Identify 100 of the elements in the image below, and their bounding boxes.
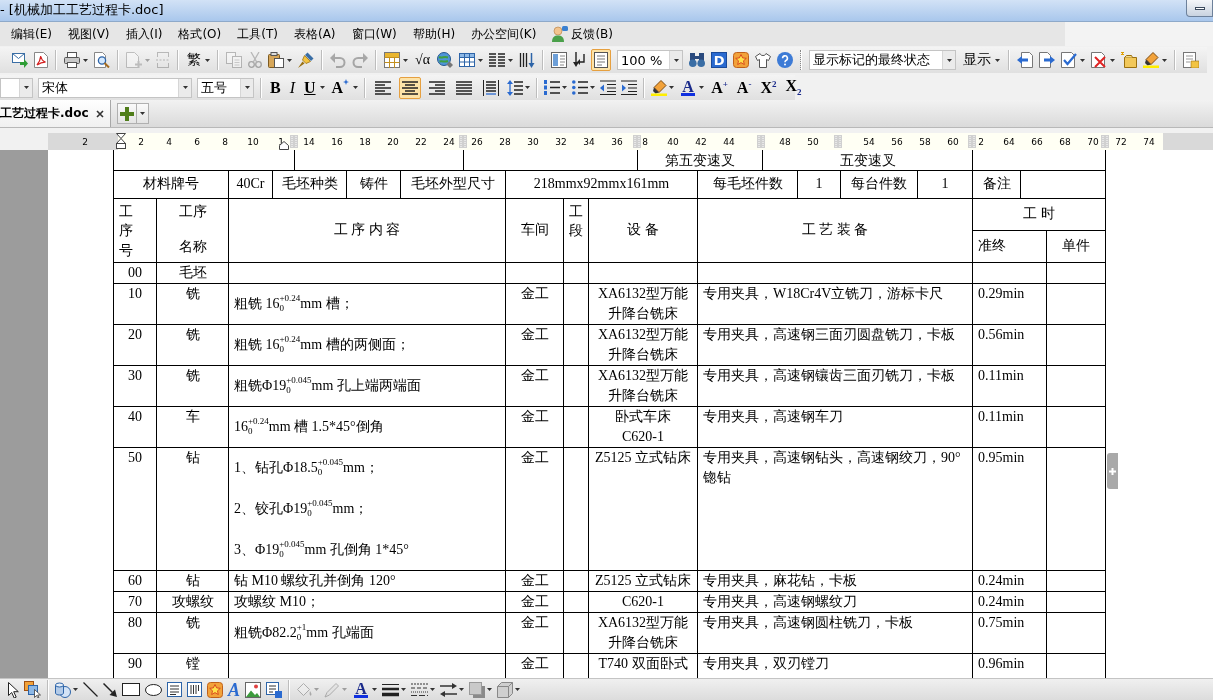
menu-item[interactable]: 格式(O) [170, 24, 230, 44]
decrease-indent-icon[interactable] [600, 80, 617, 95]
caret-icon[interactable] [23, 86, 29, 89]
picture-icon[interactable] [245, 681, 261, 698]
show-menu-button[interactable]: 显示 [962, 51, 1002, 69]
increase-indent-icon[interactable] [621, 80, 638, 95]
caret-icon[interactable] [487, 688, 492, 691]
grow-font-button[interactable]: A$^{+}$ [709, 78, 730, 97]
printer-icon[interactable] [64, 52, 80, 68]
caret-icon[interactable] [205, 58, 210, 62]
shapes-icon[interactable] [55, 681, 71, 698]
markup-view-field[interactable]: 显示标记的最终状态 [809, 50, 957, 70]
dash-style-icon[interactable] [411, 683, 428, 696]
column-marker-icon[interactable] [1101, 135, 1109, 148]
numbered-list-icon[interactable] [544, 80, 561, 95]
caret-icon[interactable] [73, 688, 78, 691]
caret-icon[interactable] [182, 86, 188, 89]
binoculars-icon[interactable] [689, 53, 706, 67]
line-icon[interactable] [83, 682, 98, 697]
document-map-icon[interactable] [551, 52, 568, 68]
menu-item[interactable]: 帮助(H) [404, 24, 464, 44]
minimize-button[interactable] [1186, 0, 1213, 17]
font-color-button[interactable]: A [352, 681, 370, 698]
underline-button[interactable]: U [302, 78, 318, 97]
caret-icon[interactable] [244, 86, 250, 89]
reject-change-icon[interactable] [1091, 52, 1108, 68]
shirt-icon[interactable] [755, 52, 772, 68]
column-marker-icon[interactable] [968, 135, 976, 148]
column-marker-icon[interactable] [290, 135, 298, 148]
star-tile-icon[interactable] [733, 52, 750, 68]
column-marker-icon[interactable] [459, 135, 467, 148]
caret-icon[interactable] [353, 86, 359, 89]
caret-icon[interactable] [287, 58, 292, 62]
text-effects-button[interactable]: A [329, 78, 352, 97]
help-icon[interactable] [777, 52, 794, 68]
close-icon[interactable] [95, 109, 104, 118]
caret-icon[interactable] [525, 86, 531, 89]
arrow-style-icon[interactable] [440, 682, 457, 697]
columns-icon[interactable] [489, 53, 506, 67]
menu-item[interactable]: 视图(V) [59, 24, 118, 44]
print-preview-icon[interactable] [94, 52, 110, 68]
caret-icon[interactable] [946, 58, 952, 62]
caret-icon[interactable] [319, 86, 325, 89]
font-field[interactable]: 宋体 [38, 77, 192, 98]
paste-icon[interactable] [268, 52, 284, 68]
subscript-button[interactable]: X$_{2}$ [783, 77, 804, 98]
traditional-chinese-button[interactable]: 繁 [186, 51, 202, 69]
caret-icon[interactable] [401, 688, 406, 691]
italic-button[interactable]: I [287, 78, 297, 97]
align-center-button[interactable] [399, 76, 422, 99]
indent-marker-icon[interactable] [116, 133, 126, 149]
column-marker-icon[interactable] [757, 135, 765, 148]
style-field[interactable] [0, 77, 33, 98]
pdf-icon[interactable] [34, 52, 48, 68]
menu-item[interactable]: 窗口(W) [343, 24, 405, 44]
menu-item[interactable]: 反馈(B) [544, 24, 621, 44]
menu-item[interactable]: 工具(T) [229, 24, 286, 44]
font-color-button[interactable]: A [679, 79, 698, 96]
caret-icon[interactable] [673, 58, 679, 62]
star-tile-icon[interactable] [207, 681, 223, 698]
previous-change-icon[interactable] [1017, 52, 1034, 68]
caret-icon[interactable] [562, 86, 568, 89]
menu-item[interactable]: 表格(A) [285, 24, 344, 44]
caret-icon[interactable] [699, 86, 705, 89]
pointer-icon[interactable] [8, 681, 19, 698]
arrows-icon[interactable] [573, 52, 586, 68]
folder-icon[interactable] [1121, 52, 1138, 68]
accept-change-icon[interactable] [1061, 52, 1078, 68]
caret-icon[interactable] [1080, 58, 1086, 62]
zoom-field[interactable]: 100 % [617, 50, 684, 70]
next-change-icon[interactable] [1039, 52, 1056, 68]
menu-item[interactable]: 办公空间(K) [463, 24, 545, 44]
text-direction-icon[interactable] [519, 52, 536, 68]
page-view-button[interactable] [591, 49, 612, 71]
caret-icon[interactable] [372, 688, 377, 691]
text-frame-icon[interactable] [266, 681, 282, 698]
font-size-field[interactable]: 五号 [197, 77, 254, 98]
format-painter-icon[interactable] [298, 52, 314, 68]
email-icon[interactable] [12, 52, 28, 68]
shrink-font-button[interactable]: A$^{-}$ [734, 78, 754, 97]
line-style-icon[interactable] [382, 682, 399, 697]
ellipse-icon[interactable] [145, 683, 162, 696]
column-marker-icon[interactable] [633, 135, 641, 148]
line-spacing-icon[interactable] [507, 79, 524, 96]
reviewing-pane-icon[interactable] [1183, 52, 1200, 68]
caret-icon[interactable] [478, 58, 484, 62]
column-marker-icon[interactable] [834, 135, 842, 148]
new-tab-button[interactable] [116, 103, 137, 124]
wordart-button[interactable]: A [228, 681, 240, 698]
highlighter-icon[interactable] [1143, 52, 1160, 68]
document-tab[interactable]: 工艺过程卡.doc [0, 100, 111, 127]
superscript-button[interactable]: X$^{2}$ [758, 78, 779, 97]
select-objects-icon[interactable] [24, 681, 41, 698]
caret-icon[interactable] [669, 86, 675, 89]
equation-button[interactable]: √α [414, 52, 432, 68]
rectangle-icon[interactable] [122, 683, 140, 696]
letter-tile-button[interactable]: D [711, 52, 728, 68]
caret-icon[interactable] [1110, 58, 1116, 62]
menu-item[interactable]: 插入(I) [117, 24, 171, 44]
highlighter-icon[interactable] [651, 79, 668, 96]
